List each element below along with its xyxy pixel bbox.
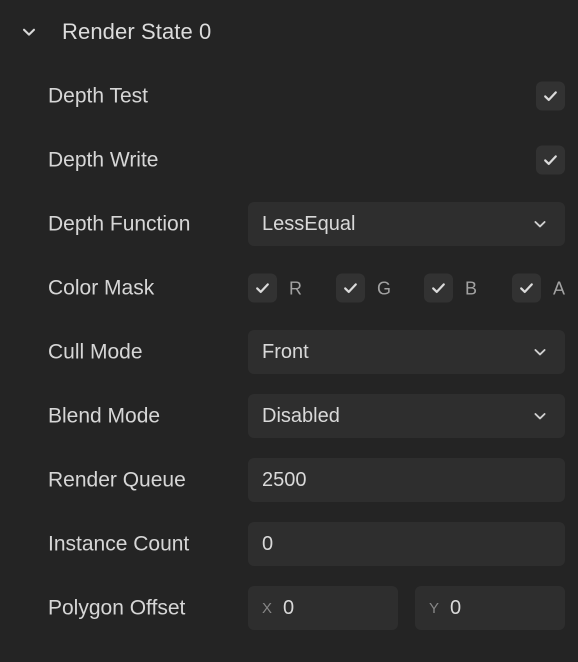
render-state-section-header[interactable]: Render State 0 xyxy=(0,0,578,64)
axis-label-x: X xyxy=(262,599,273,617)
row-label-cull-mode: Cull Mode xyxy=(48,340,143,364)
chevron-down-icon[interactable] xyxy=(18,21,40,43)
polygon-offset-x-input[interactable]: X 0 xyxy=(248,586,398,630)
row-label-depth-function: Depth Function xyxy=(48,212,191,236)
render-queue-value: 2500 xyxy=(262,470,307,490)
row-control-blend-mode: Disabled xyxy=(248,394,565,438)
axis-label-y: Y xyxy=(429,599,440,617)
color-mask-channel-g: G xyxy=(336,273,424,303)
color-mask-b-label: B xyxy=(465,278,478,298)
chevron-down-icon[interactable] xyxy=(531,215,549,233)
row-label-depth-write: Depth Write xyxy=(48,148,159,172)
row-control-depth-function: LessEqual xyxy=(248,202,565,246)
cull-mode-select[interactable]: Front xyxy=(248,330,565,374)
row-depth-test: Depth Test xyxy=(0,64,578,128)
color-mask-b-checkbox[interactable] xyxy=(424,273,453,303)
instance-count-input[interactable]: 0 xyxy=(248,522,565,566)
color-mask-channel-a: A xyxy=(512,273,578,303)
cull-mode-value: Front xyxy=(262,342,309,362)
color-mask-channel-r: R xyxy=(248,273,336,303)
depth-function-select[interactable]: LessEqual xyxy=(248,202,565,246)
row-control-depth-write xyxy=(248,145,565,175)
row-control-color-mask: R G B A xyxy=(248,273,565,303)
row-color-mask: Color Mask R G B A xyxy=(0,256,578,320)
row-render-queue: Render Queue 2500 xyxy=(0,448,578,512)
row-label-polygon-offset: Polygon Offset xyxy=(48,596,186,620)
polygon-offset-y-value: 0 xyxy=(450,598,462,618)
row-label-render-queue: Render Queue xyxy=(48,468,186,492)
row-control-depth-test xyxy=(248,81,565,111)
color-mask-a-checkbox[interactable] xyxy=(512,273,541,303)
row-control-cull-mode: Front xyxy=(248,330,565,374)
render-queue-input[interactable]: 2500 xyxy=(248,458,565,502)
blend-mode-select[interactable]: Disabled xyxy=(248,394,565,438)
color-mask-r-checkbox[interactable] xyxy=(248,273,277,303)
depth-write-checkbox[interactable] xyxy=(536,145,565,175)
color-mask-g-checkbox[interactable] xyxy=(336,273,365,303)
page-title: Render State 0 xyxy=(62,19,212,44)
instance-count-value: 0 xyxy=(262,534,274,554)
polygon-offset-y-input[interactable]: Y 0 xyxy=(415,586,565,630)
row-control-polygon-offset: X 0 Y 0 xyxy=(248,586,565,630)
color-mask-g-label: G xyxy=(377,278,392,298)
chevron-down-icon[interactable] xyxy=(531,407,549,425)
depth-test-checkbox[interactable] xyxy=(536,81,565,111)
row-label-color-mask: Color Mask xyxy=(48,276,155,300)
chevron-down-icon[interactable] xyxy=(531,343,549,361)
render-state-panel: Render State 0 Depth Test Depth Write De… xyxy=(0,0,578,662)
row-instance-count: Instance Count 0 xyxy=(0,512,578,576)
depth-function-value: LessEqual xyxy=(262,214,356,234)
color-mask-r-label: R xyxy=(289,278,302,298)
row-depth-write: Depth Write xyxy=(0,128,578,192)
row-depth-function: Depth Function LessEqual xyxy=(0,192,578,256)
row-cull-mode: Cull Mode Front xyxy=(0,320,578,384)
row-label-depth-test: Depth Test xyxy=(48,84,149,108)
polygon-offset-vector: X 0 Y 0 xyxy=(248,586,565,630)
row-control-render-queue: 2500 xyxy=(248,458,565,502)
row-control-instance-count: 0 xyxy=(248,522,565,566)
color-mask-a-label: A xyxy=(553,278,566,298)
property-rows: Depth Test Depth Write Depth Function Le… xyxy=(0,64,578,640)
row-polygon-offset: Polygon Offset X 0 Y 0 xyxy=(0,576,578,640)
polygon-offset-x-value: 0 xyxy=(283,598,295,618)
row-label-blend-mode: Blend Mode xyxy=(48,404,161,428)
color-mask-group: R G B A xyxy=(248,273,565,303)
row-label-instance-count: Instance Count xyxy=(48,532,190,556)
row-blend-mode: Blend Mode Disabled xyxy=(0,384,578,448)
blend-mode-value: Disabled xyxy=(262,406,340,426)
color-mask-channel-b: B xyxy=(424,273,512,303)
